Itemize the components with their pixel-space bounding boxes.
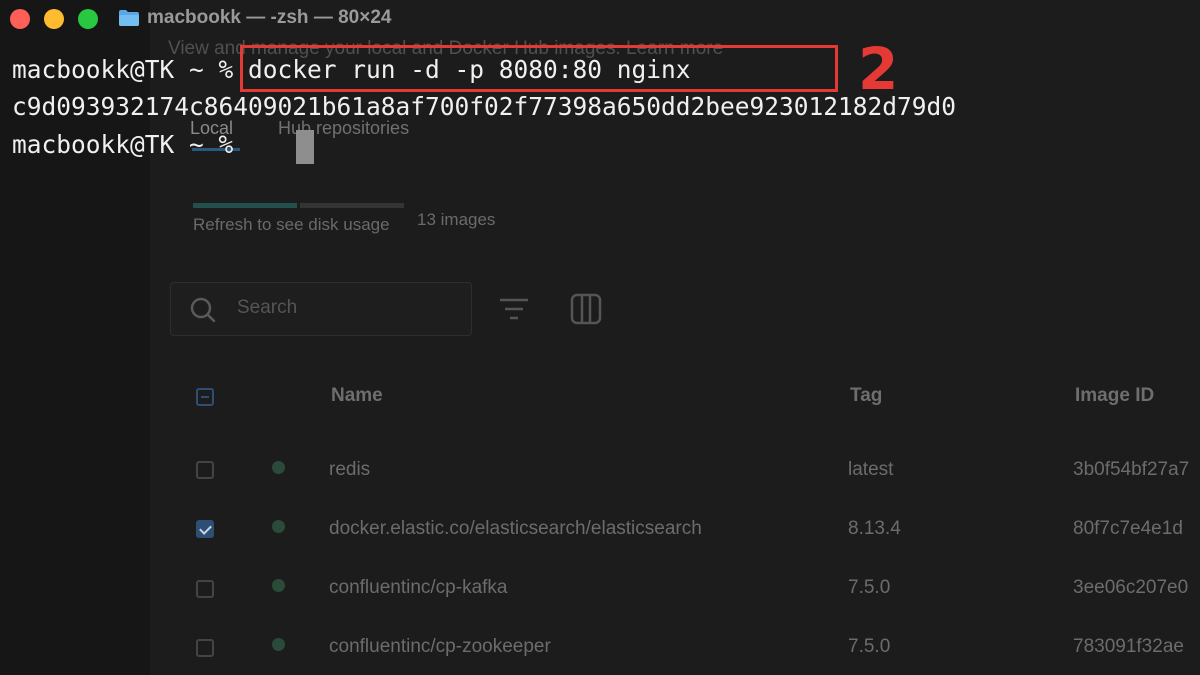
image-tag: latest [848, 459, 894, 480]
status-dot [272, 461, 285, 474]
terminal-prompt-line[interactable]: macbookk@TK ~ % [12, 130, 248, 160]
image-name[interactable]: confluentinc/cp-zookeeper [329, 636, 551, 658]
search-placeholder: Search [237, 297, 298, 318]
columns-icon[interactable] [570, 293, 602, 325]
close-button[interactable] [10, 9, 30, 29]
image-tag: 7.5.0 [848, 577, 891, 598]
zoom-button[interactable] [78, 9, 98, 29]
folder-icon [119, 10, 139, 26]
image-id: 80f7c7e4e1d [1073, 518, 1183, 539]
status-dot [272, 520, 285, 533]
image-id: 3ee06c207e0 [1073, 577, 1189, 598]
image-name[interactable]: confluentinc/cp-kafka [329, 577, 508, 599]
command-highlight-box [240, 45, 838, 92]
image-id: 783091f32ae [1073, 636, 1184, 657]
search-icon [190, 297, 216, 323]
column-header-tag[interactable]: Tag [850, 385, 882, 407]
disk-usage-bar-free [300, 203, 404, 208]
image-tag: 8.13.4 [848, 518, 901, 539]
search-input[interactable]: Search [170, 282, 472, 336]
image-name[interactable]: docker.elastic.co/elasticsearch/elastics… [329, 518, 702, 540]
terminal-output-container-id: c9d093932174c86409021b61a8af700f02f77398… [12, 92, 957, 121]
image-id: 3b0f54bf27a7 [1073, 459, 1190, 480]
row-checkbox[interactable] [196, 580, 214, 598]
terminal-titlebar[interactable]: macbookk — -zsh — 80×24 [0, 0, 1200, 38]
status-dot [272, 638, 285, 651]
window-title: macbookk — -zsh — 80×24 [147, 7, 392, 28]
select-all-checkbox[interactable] [196, 388, 214, 406]
column-header-name[interactable]: Name [331, 385, 383, 407]
row-checkbox[interactable] [196, 461, 214, 479]
image-tag: 7.5.0 [848, 636, 891, 657]
step-number-label: 2 [858, 35, 899, 103]
row-checkbox[interactable] [196, 520, 214, 538]
column-header-image-id[interactable]: Image ID [1075, 385, 1154, 407]
terminal-cursor [296, 130, 314, 164]
image-count: 13 images [417, 210, 496, 229]
minimize-button[interactable] [44, 9, 64, 29]
status-dot [272, 579, 285, 592]
filter-icon[interactable] [498, 296, 530, 322]
disk-usage-refresh-link[interactable]: Refresh to see disk usage [193, 215, 390, 235]
row-checkbox[interactable] [196, 639, 214, 657]
image-name[interactable]: redis [329, 459, 370, 481]
disk-usage-bar-used [193, 203, 297, 208]
